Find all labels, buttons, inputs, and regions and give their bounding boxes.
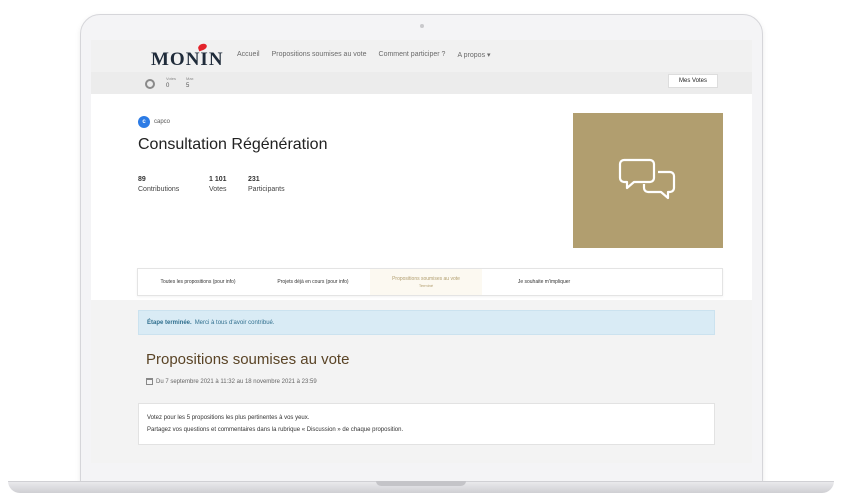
- step-toutes-propositions[interactable]: Toutes les propositions (pour info): [138, 269, 258, 295]
- stat-contributions-value: 89: [138, 176, 146, 183]
- step-description: Votez pour les 5 propositions les plus p…: [138, 403, 715, 445]
- camera-dot: [420, 24, 424, 28]
- step-navigation: Toutes les propositions (pour info) Proj…: [137, 268, 723, 296]
- calendar-icon: [146, 378, 153, 385]
- description-line-2: Partagez vos questions et commentaires d…: [147, 427, 404, 433]
- author-name[interactable]: capco: [154, 119, 170, 125]
- description-line-1: Votez pour les 5 propositions les plus p…: [147, 415, 310, 421]
- step-label: Propositions soumises au vote: [392, 276, 460, 282]
- nav-link-accueil[interactable]: Accueil: [237, 51, 260, 59]
- step-propositions-vote[interactable]: Propositions soumises au vote Terminé: [370, 269, 482, 295]
- nav-link-comment-participer[interactable]: Comment participer ?: [379, 51, 446, 59]
- stat-votes-value: 1 101: [209, 176, 227, 183]
- votes-label: Votes: [166, 76, 177, 81]
- nav-link-a-propos[interactable]: A propos ▾: [457, 51, 490, 59]
- step-label: Je souhaite m'impliquer: [517, 279, 571, 285]
- section-title: Propositions soumises au vote: [146, 351, 350, 368]
- step-status: Terminé: [418, 283, 434, 288]
- step-projets-en-cours[interactable]: Projets déjà en cours (pour info): [258, 269, 368, 295]
- laptop-notch: [376, 481, 466, 486]
- alert-text: Merci à tous d'avoir contribué.: [194, 319, 275, 326]
- vote-progress-icon: [145, 79, 155, 89]
- consultation-image: [573, 113, 723, 248]
- stat-votes: 1 101 Votes: [209, 175, 227, 195]
- max-label: Max: [186, 76, 194, 81]
- max-value: 5: [186, 83, 190, 89]
- dates-text: Du 7 septembre 2021 à 11:32 au 18 novemb…: [156, 378, 317, 385]
- stat-participants-value: 231: [248, 176, 260, 183]
- nav-links: Accueil Propositions soumises au vote Co…: [237, 51, 491, 59]
- nav-link-propositions[interactable]: Propositions soumises au vote: [272, 51, 367, 59]
- step-label: Projets déjà en cours (pour info): [277, 279, 349, 285]
- stat-participants-label: Participants: [248, 186, 285, 193]
- alert-strong: Étape terminée.: [147, 319, 192, 326]
- votes-bar: Votes 0 Max 5: [91, 72, 752, 94]
- stat-contributions: 89 Contributions: [138, 175, 179, 195]
- step-dates: Du 7 septembre 2021 à 11:32 au 18 novemb…: [146, 378, 317, 385]
- step-label: Toutes les propositions (pour info): [160, 279, 236, 285]
- step-finished-alert: Étape terminée. Merci à tous d'avoir con…: [138, 310, 715, 335]
- votes-value: 0: [166, 83, 170, 89]
- brand-logo[interactable]: MONIN: [151, 49, 224, 71]
- step-je-souhaite-impliquer[interactable]: Je souhaite m'impliquer: [494, 269, 594, 295]
- author-avatar[interactable]: c: [138, 116, 150, 128]
- stat-votes-label: Votes: [209, 186, 227, 193]
- stat-participants: 231 Participants: [248, 175, 285, 195]
- stat-contributions-label: Contributions: [138, 186, 180, 193]
- chat-bubbles-icon: [618, 158, 676, 199]
- max-counter: Max 5: [186, 76, 194, 89]
- browser-screen: MONIN Accueil Propositions soumises au v…: [91, 40, 752, 463]
- top-navbar: MONIN Accueil Propositions soumises au v…: [91, 40, 752, 72]
- votes-counter: Votes 0: [166, 76, 176, 89]
- mes-votes-button[interactable]: Mes Votes: [668, 74, 718, 88]
- page-title: Consultation Régénération: [138, 136, 328, 153]
